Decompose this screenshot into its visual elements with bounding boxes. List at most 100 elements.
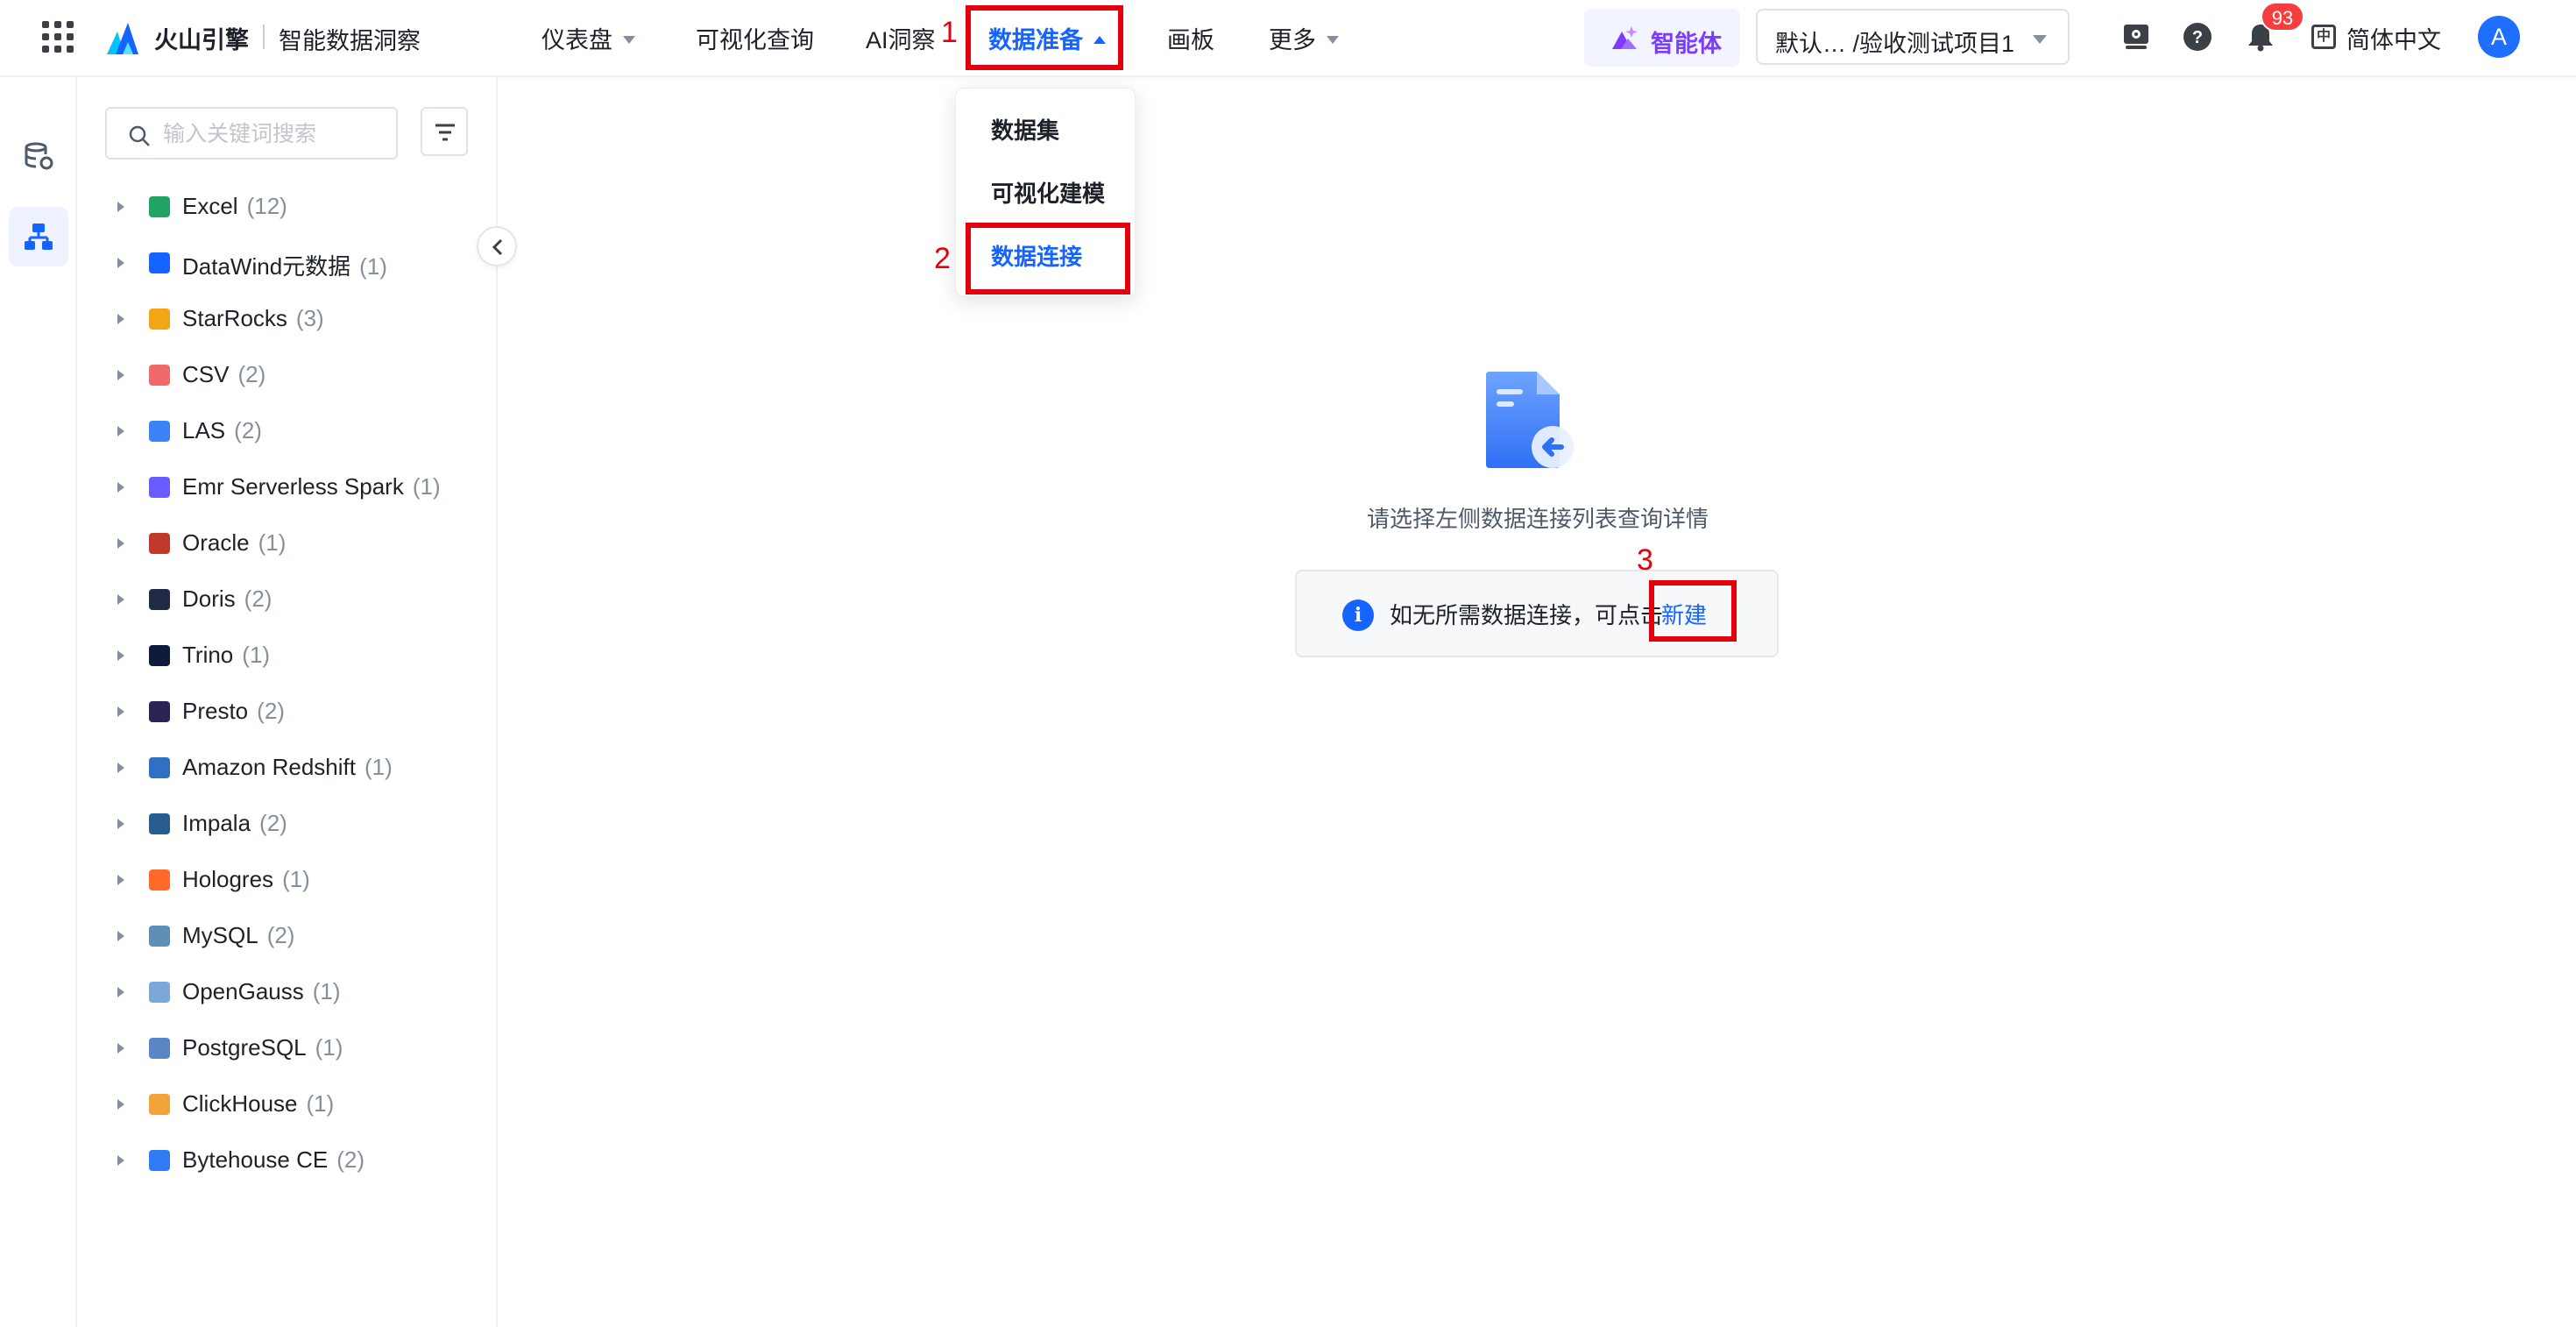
nav-ai-insight[interactable]: AI洞察 <box>866 21 936 55</box>
nav-canvas[interactable]: 画板 <box>1167 21 1214 55</box>
caret-right-icon[interactable] <box>117 258 124 268</box>
tree-item-count: (2) <box>257 698 285 724</box>
tree-item-label: Presto (2) <box>182 698 285 725</box>
tree-item[interactable]: Impala (2) <box>95 801 480 847</box>
caret-right-icon[interactable] <box>117 482 124 493</box>
sparkle-mountain-icon <box>1612 26 1638 49</box>
apps-grid-icon[interactable] <box>42 21 74 53</box>
filter-button[interactable] <box>421 107 468 156</box>
tree-item[interactable]: Excel (12) <box>95 184 480 230</box>
tree-item[interactable]: Hologres (1) <box>95 857 480 903</box>
tree-item-name: DataWind元数据 <box>182 253 351 280</box>
user-avatar[interactable]: A <box>2478 16 2520 58</box>
rail-data-connection-button[interactable] <box>9 207 68 266</box>
starrocks-icon <box>149 309 170 330</box>
doris-icon <box>149 589 170 610</box>
caret-right-icon[interactable] <box>117 1155 124 1166</box>
las-icon <box>149 421 170 442</box>
tree-item-count: (1) <box>258 529 287 556</box>
caret-right-icon[interactable] <box>117 538 124 549</box>
app-root: 火山引擎 智能数据洞察 仪表盘 可视化查询 AI洞察 数据准备 画板 更多 智能… <box>0 0 2576 1327</box>
tree-item[interactable]: PostgreSQL (1) <box>95 1025 480 1071</box>
tree-item[interactable]: StarRocks (3) <box>95 296 480 342</box>
caret-right-icon[interactable] <box>117 875 124 885</box>
caret-right-icon[interactable] <box>117 987 124 997</box>
collapse-panel-button[interactable] <box>477 226 517 266</box>
tree-item[interactable]: LAS (2) <box>95 408 480 454</box>
nav-dashboard[interactable]: 仪表盘 <box>541 21 635 55</box>
bytehouse-icon <box>149 1150 170 1171</box>
caret-right-icon[interactable] <box>117 370 124 380</box>
project-select[interactable]: 默认… /验收测试项目1 <box>1756 9 2070 65</box>
tree-item-count: (2) <box>259 810 287 836</box>
tree-item-label: Excel (12) <box>182 193 287 220</box>
info-icon: i <box>1342 600 1374 631</box>
annotation-number-3: 3 <box>1637 543 1653 577</box>
tree-item[interactable]: CSV (2) <box>95 352 480 398</box>
language-icon[interactable]: 中 <box>2311 25 2336 49</box>
tree-item-name: MySQL <box>182 922 258 948</box>
help-icon[interactable]: ? <box>2182 21 2213 53</box>
caret-right-icon[interactable] <box>117 426 124 436</box>
search-box <box>105 107 398 160</box>
caret-right-icon[interactable] <box>117 650 124 661</box>
tree-item-count: (3) <box>295 305 324 331</box>
caret-right-icon[interactable] <box>117 1043 124 1054</box>
tree-item[interactable]: MySQL (2) <box>95 913 480 959</box>
connection-tree-panel: Excel (12) DataWind元数据 (1) StarRocks (3) CSV (2… <box>77 77 498 1327</box>
tree-item-name: PostgreSQL <box>182 1034 307 1061</box>
excel-icon <box>149 196 170 217</box>
tree-item-name: Bytehouse CE <box>182 1146 329 1173</box>
tree-item-name: Oracle <box>182 529 250 556</box>
nav-visual-query[interactable]: 可视化查询 <box>696 21 814 55</box>
product-name: 智能数据洞察 <box>279 28 421 54</box>
caret-right-icon[interactable] <box>117 1099 124 1110</box>
postgresql-icon <box>149 1038 170 1059</box>
tree-item-label: DataWind元数据 (1) <box>182 249 387 281</box>
caret-right-icon[interactable] <box>117 763 124 773</box>
tree-item-count: (1) <box>312 978 341 1004</box>
caret-right-icon[interactable] <box>117 314 124 324</box>
document-connection-icon <box>1486 372 1574 468</box>
tree-item[interactable]: DataWind元数据 (1) <box>95 240 480 286</box>
tree-item-name: Trino <box>182 642 234 668</box>
tree-item[interactable]: Trino (1) <box>95 633 480 678</box>
tree-item[interactable]: Bytehouse CE (2) <box>95 1138 480 1183</box>
caret-right-icon[interactable] <box>117 202 124 212</box>
language-switch[interactable]: 简体中文 <box>2346 21 2441 55</box>
tree-item[interactable]: ClickHouse (1) <box>95 1082 480 1127</box>
tree-item-label: MySQL (2) <box>182 922 294 949</box>
impala-icon <box>149 813 170 834</box>
chevron-down-icon <box>1327 36 1339 45</box>
tree-item[interactable]: Amazon Redshift (1) <box>95 745 480 791</box>
dropdown-item-visual-modeling[interactable]: 可视化建模 <box>991 176 1105 209</box>
nav-more[interactable]: 更多 <box>1269 21 1339 55</box>
mysql-icon <box>149 926 170 947</box>
rail-dataset-button[interactable] <box>9 126 68 186</box>
annotation-box-2 <box>966 223 1130 294</box>
caret-right-icon[interactable] <box>117 819 124 829</box>
caret-right-icon[interactable] <box>117 594 124 605</box>
screen-settings-icon[interactable] <box>2120 21 2152 53</box>
svg-text:?: ? <box>2192 28 2203 47</box>
tree-item-label: Emr Serverless Spark (1) <box>182 473 441 500</box>
agent-button[interactable]: 智能体 <box>1584 9 1740 67</box>
tree-item-name: Presto <box>182 698 249 724</box>
left-icon-rail <box>0 77 77 1327</box>
database-settings-icon <box>25 142 53 170</box>
caret-right-icon[interactable] <box>117 706 124 717</box>
caret-right-icon[interactable] <box>117 931 124 941</box>
tree-item-label: Bytehouse CE (2) <box>182 1146 364 1174</box>
search-input[interactable] <box>163 117 391 151</box>
search-icon <box>129 125 150 146</box>
dropdown-item-dataset[interactable]: 数据集 <box>991 113 1059 145</box>
tree-item[interactable]: OpenGauss (1) <box>95 969 480 1015</box>
tree-item[interactable]: Doris (2) <box>95 577 480 622</box>
tree-item-label: ClickHouse (1) <box>182 1090 334 1118</box>
tree-item[interactable]: Emr Serverless Spark (1) <box>95 465 480 510</box>
notification-badge: 93 <box>2261 2 2304 32</box>
empty-state-text: 请选择左侧数据连接列表查询详情 <box>1367 506 1709 532</box>
tree-item[interactable]: Oracle (1) <box>95 521 480 566</box>
tree-item[interactable]: Presto (2) <box>95 689 480 734</box>
tree-item-name: Impala <box>182 810 251 836</box>
